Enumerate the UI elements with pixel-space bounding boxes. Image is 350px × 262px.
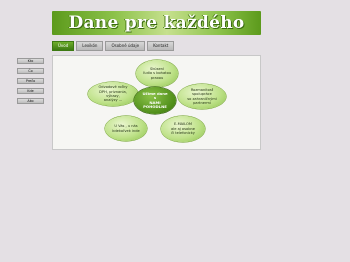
top-navigation: Úvod Lexikón Osobné údaje Kontakt (52, 41, 261, 51)
tab-osobne-udaje[interactable]: Osobné údaje (105, 41, 146, 51)
bubble-top: Skúsení ľudia s bohatou praxou (136, 60, 178, 87)
tab-kontakt[interactable]: Kontakt (147, 41, 175, 51)
bubble-top-text: Skúsení ľudia s bohatou praxou (142, 66, 172, 80)
bubble-center: Učíme dane s NAMI POHODLNE (134, 87, 176, 114)
sidebar-menu: Kto Čo Prečo Kde Ako (17, 58, 44, 106)
sidebar-item-kde[interactable]: Kde (17, 88, 44, 94)
bubble-left-text: Odvodové ročky DPH, priznania, výkazy, a… (98, 85, 128, 103)
bubble-left: Odvodové ročky DPH, priznania, výkazy, a… (88, 82, 138, 106)
tab-uvod[interactable]: Úvod (52, 41, 75, 51)
bubble-right-text: Rozmanitosť spolupráce so zahraničnými p… (187, 87, 217, 105)
bubble-bottom-right: E-MAILOM ale aj osobne či telefonicky (161, 116, 205, 142)
site-title: Dane pre každého (68, 13, 245, 33)
main-content: Skúsení ľudia s bohatou praxou Odvodové … (52, 55, 261, 150)
sidebar-item-ako[interactable]: Ako (17, 98, 44, 104)
site-banner: Dane pre každého (52, 11, 261, 35)
tab-lexikon[interactable]: Lexikón (76, 41, 104, 51)
bubble-bottom-left-text: U Vás , u nás kdekoľvek inde (112, 124, 140, 133)
sidebar-item-kto[interactable]: Kto (17, 58, 44, 64)
bubble-center-text: Učíme dane s NAMI POHODLNE (142, 90, 168, 109)
bubble-right: Rozmanitosť spolupráce so zahraničnými p… (178, 84, 226, 109)
bubble-bottom-left: U Vás , u nás kdekoľvek inde (105, 116, 147, 141)
sidebar-item-co[interactable]: Čo (17, 68, 44, 74)
bubble-bottom-right-text: E-MAILOM ale aj osobne či telefonicky (171, 122, 195, 136)
sidebar-item-preco[interactable]: Prečo (17, 78, 44, 84)
